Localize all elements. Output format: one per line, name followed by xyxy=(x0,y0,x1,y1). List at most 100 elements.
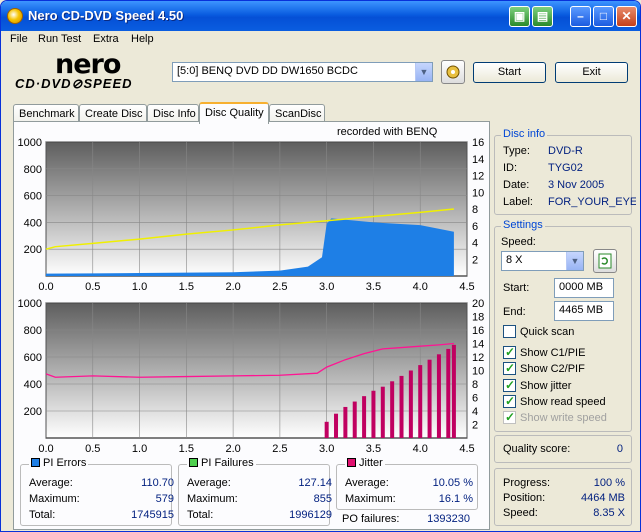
show-c1-label: Show C1/PIE xyxy=(520,347,586,359)
y2-tick-label: 10 xyxy=(472,187,484,199)
x-tick-label: 0.5 xyxy=(85,281,100,293)
y-tick-label: 400 xyxy=(24,217,42,229)
show-jitter-checkbox[interactable]: Show jitter xyxy=(503,378,572,394)
show-c1-checkbox[interactable]: Show C1/PIE xyxy=(503,345,586,361)
y2-tick-label: 8 xyxy=(472,379,478,391)
x-tick-label: 1.0 xyxy=(132,443,147,455)
checkbox-checked-icon[interactable] xyxy=(503,345,516,359)
checkbox-checked-icon[interactable] xyxy=(503,378,516,392)
speed-select[interactable]: 8 X ▼ xyxy=(501,251,584,271)
pi-errors-swatch xyxy=(31,458,40,467)
menu-extra[interactable]: Extra xyxy=(93,33,119,45)
checkbox-checked-icon[interactable] xyxy=(503,361,516,375)
start-field[interactable]: 0000 MB xyxy=(554,278,614,298)
pi-failures-bar xyxy=(427,359,432,438)
close-button[interactable]: ✕ xyxy=(616,6,637,27)
disc-id-label: ID: xyxy=(503,162,518,174)
y2-tick-label: 2 xyxy=(472,254,478,266)
x-tick-label: 2.0 xyxy=(225,443,240,455)
pi-failures-bar xyxy=(390,381,395,438)
quality-score-value: 0 xyxy=(616,443,623,455)
y2-tick-label: 6 xyxy=(472,393,478,405)
eject-icon[interactable] xyxy=(441,60,465,84)
quick-scan-checkbox[interactable]: Quick scan xyxy=(503,325,574,340)
show-write-speed-checkbox: Show write speed xyxy=(503,410,607,426)
pi-errors-title: PI Errors xyxy=(43,457,87,469)
pi-failures-bar xyxy=(380,386,385,438)
show-c2-checkbox[interactable]: Show C2/PIF xyxy=(503,361,585,377)
menu-help[interactable]: Help xyxy=(131,33,154,45)
y2-tick-label: 2 xyxy=(472,420,478,432)
pi-failures-total: 1996129 xyxy=(289,509,332,521)
checkbox-icon[interactable] xyxy=(503,325,516,338)
pi-failures-group: PI Failures Average: 127.14 Maximum: 855 T… xyxy=(178,457,332,526)
quick-scan-label: Quick scan xyxy=(520,326,575,338)
refresh-icon[interactable] xyxy=(593,249,617,273)
x-tick-label: 1.5 xyxy=(179,281,194,293)
screenshot-icon[interactable]: ▣ xyxy=(509,6,530,27)
disc-id: TYG02 xyxy=(548,162,583,174)
y-tick-label: 800 xyxy=(24,325,42,337)
y2-tick-label: 4 xyxy=(472,238,478,250)
position-value: 4464 MB xyxy=(580,492,625,504)
jitter-average: 10.05 % xyxy=(432,477,473,489)
maximize-button[interactable]: □ xyxy=(593,6,614,27)
end-label: End: xyxy=(503,306,526,318)
disc-info-group: Disc info Type: DVD-R ID: TYG02 Date: 3 Nov… xyxy=(494,128,636,215)
show-jitter-label: Show jitter xyxy=(520,380,572,392)
end-field[interactable]: 4465 MB xyxy=(554,301,614,321)
menu-bar: File Run Test Extra Help xyxy=(1,31,640,49)
tab-disc-quality[interactable]: Disc Quality xyxy=(199,102,269,124)
speed-value: 8 X xyxy=(506,254,523,266)
progress-label: Progress: xyxy=(503,477,551,489)
y2-tick-label: 4 xyxy=(472,406,478,418)
nero-logo: nero CD·DVD⊘SPEED xyxy=(15,49,165,93)
show-read-speed-label: Show read speed xyxy=(520,396,606,408)
drive-select[interactable]: [5:0] BENQ DVD DD DW1650 BCDC ▼ xyxy=(172,62,433,82)
y-tick-label: 600 xyxy=(24,191,42,203)
menu-run-test[interactable]: Run Test xyxy=(38,33,81,45)
pi-failures-average: 127.14 xyxy=(298,477,332,489)
y2-tick-label: 6 xyxy=(472,221,478,233)
pi-failures-maximum-label: Maximum: xyxy=(187,493,238,505)
y-tick-label: 1000 xyxy=(18,137,42,149)
speed-label: Speed: xyxy=(501,236,536,248)
pi-failures-bar xyxy=(399,375,404,438)
y2-tick-label: 14 xyxy=(472,339,484,351)
pi-errors-maximum: 579 xyxy=(155,493,174,505)
start-button[interactable]: Start xyxy=(473,62,546,83)
pi-errors-total-label: Total: xyxy=(29,509,56,521)
pi-failures-average-label: Average: xyxy=(187,477,231,489)
y-tick-label: 200 xyxy=(24,244,42,256)
jitter-title: Jitter xyxy=(359,457,383,469)
x-tick-label: 4.5 xyxy=(459,281,474,293)
disc-info-title: Disc info xyxy=(501,128,548,140)
pi-failures-bar xyxy=(371,390,376,438)
chevron-down-icon[interactable]: ▼ xyxy=(415,63,432,81)
jitter-maximum-label: Maximum: xyxy=(345,493,396,505)
position-label: Position: xyxy=(503,492,546,504)
y-tick-label: 400 xyxy=(24,379,42,391)
pi-failures-total-label: Total: xyxy=(187,509,214,521)
x-tick-label: 4.0 xyxy=(413,443,428,455)
pi-failures-bar xyxy=(362,396,367,438)
pi-failures-title: PI Failures xyxy=(201,457,254,469)
chevron-down-icon[interactable]: ▼ xyxy=(566,252,583,270)
y-tick-label: 1000 xyxy=(18,298,42,310)
x-tick-label: 1.0 xyxy=(132,281,147,293)
pi-failures-bar xyxy=(408,370,413,438)
menu-file[interactable]: File xyxy=(10,33,28,45)
show-write-speed-label: Show write speed xyxy=(520,412,607,424)
minimize-button[interactable]: – xyxy=(570,6,591,27)
pi-errors-average: 110.70 xyxy=(141,477,174,489)
jitter-group: Jitter Average: 10.05 % Maximum: 16.1 % xyxy=(336,457,478,510)
pi-failures-bar xyxy=(446,348,451,438)
exit-button[interactable]: Exit xyxy=(555,62,628,83)
progress-value: 100 % xyxy=(593,477,625,489)
save-icon[interactable]: ▤ xyxy=(532,6,553,27)
show-read-speed-checkbox[interactable]: Show read speed xyxy=(503,394,606,410)
y2-tick-label: 16 xyxy=(472,137,484,149)
y-tick-label: 600 xyxy=(24,352,42,364)
title-bar[interactable]: Nero CD-DVD Speed 4.50 ▣ ▤ – □ ✕ xyxy=(1,1,640,31)
checkbox-checked-icon[interactable] xyxy=(503,394,516,408)
